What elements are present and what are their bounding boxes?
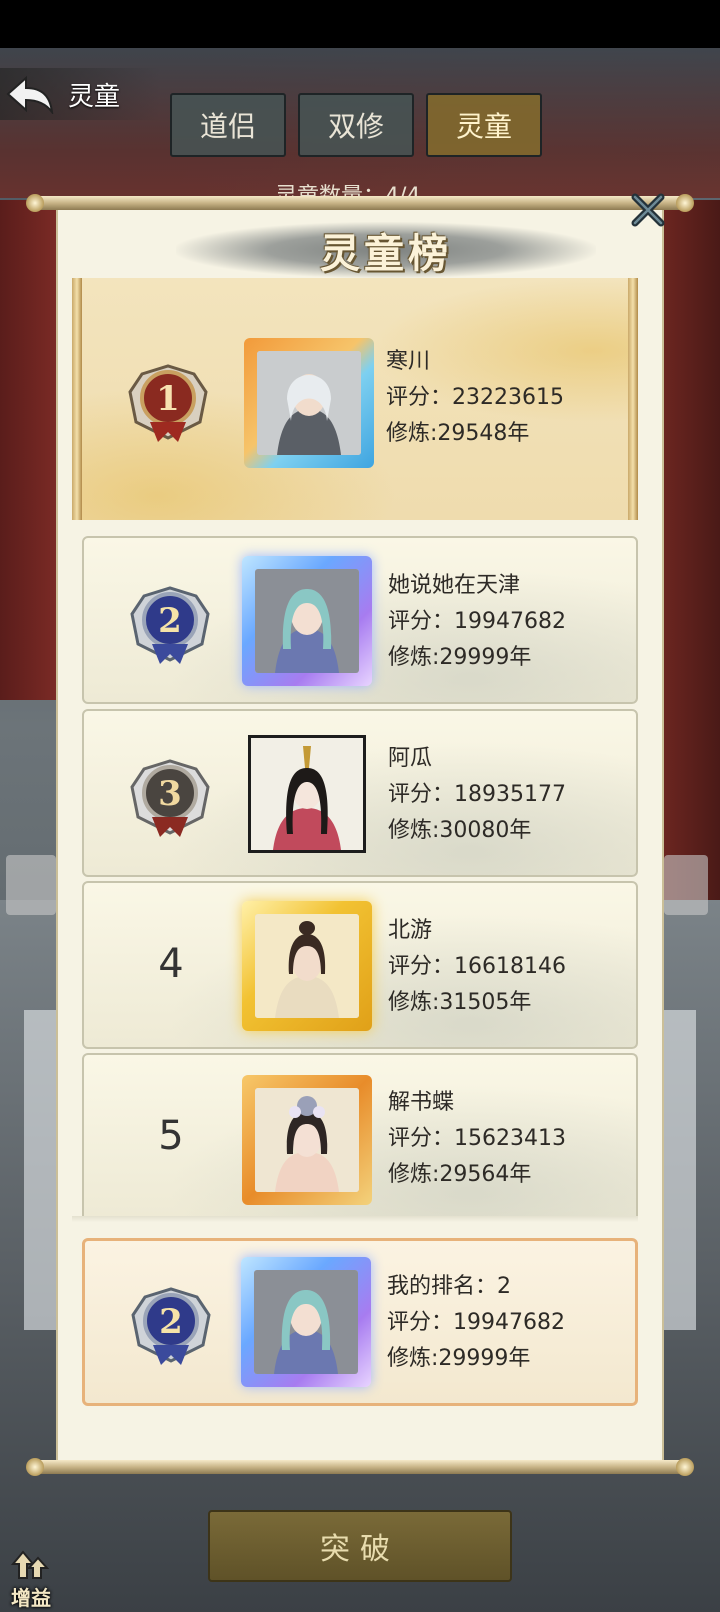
my-rank-medal-icon: 2 — [131, 1287, 211, 1365]
scroll-rod-bottom — [26, 1458, 694, 1476]
ranking-row-3[interactable]: 3 阿瓜 评分：18935177 修炼:30080年 — [82, 709, 638, 877]
list-divider — [72, 1216, 638, 1222]
rank-3-medal-number: 3 — [158, 774, 182, 814]
ranking-row-1[interactable]: 1 寒川 评分：23223615 修炼:29548年 — [72, 278, 638, 520]
rank-5-cultivation: 修炼:29564年 — [388, 1162, 532, 1187]
rank-2-medal-icon: 2 — [130, 586, 210, 664]
close-icon — [631, 193, 665, 227]
rank-5-score: 评分：15623413 — [388, 1126, 566, 1151]
ranking-row-5[interactable]: 5 解书蝶 评分：15623413 修炼:29564年 — [82, 1053, 638, 1216]
tab-lingtong[interactable]: 灵童 — [426, 93, 542, 157]
my-rank-score: 评分：19947682 — [387, 1310, 565, 1335]
ranking-row-2[interactable]: 2 她说她在天津 评分：19947682 修炼:29999年 — [82, 536, 638, 704]
tab-daolv[interactable]: 道侣 — [170, 93, 286, 157]
background-panel-left — [6, 855, 56, 915]
rank-3-info: 阿瓜 评分：18935177 修炼:30080年 — [388, 741, 566, 849]
portrait-icon — [251, 738, 363, 850]
my-rank-label: 我的排名：2 — [387, 1274, 511, 1299]
rank-1-info: 寒川 评分：23223615 修炼:29548年 — [386, 344, 564, 452]
rank-2-medal-number: 2 — [158, 601, 182, 641]
back-bar: 灵童 — [0, 68, 160, 120]
rank-2-name: 她说她在天津 — [388, 573, 521, 598]
avatar — [251, 738, 363, 850]
rank-2-cultivation: 修炼:29999年 — [388, 645, 532, 670]
boost-arrow-icon — [11, 1550, 50, 1579]
avatar-frame-phoenix[interactable] — [242, 1075, 372, 1205]
portrait-icon — [254, 1270, 358, 1374]
my-ranking-row[interactable]: 2 我的排名：2 评分：19947682 修炼:29999年 — [82, 1238, 638, 1406]
background-card-left — [24, 1010, 56, 1330]
page-title: 灵童 — [68, 81, 121, 112]
back-arrow-icon[interactable] — [0, 69, 60, 119]
rank-2-score: 评分：19947682 — [388, 609, 566, 634]
rank-5-number: 5 — [158, 1113, 184, 1159]
rod-knob-icon — [676, 194, 694, 212]
rank-4-number: 4 — [158, 941, 184, 987]
ranking-row-4[interactable]: 4 北游 评分：16618146 修炼:31505年 — [82, 881, 638, 1049]
boost-label: 增益 — [11, 1586, 51, 1610]
rank-3-score: 评分：18935177 — [388, 782, 566, 807]
close-button[interactable] — [628, 190, 668, 230]
scroll-rod-top — [26, 194, 694, 212]
rod-knob-icon — [26, 194, 44, 212]
avatar — [257, 351, 361, 455]
temple-pillar-right — [664, 200, 720, 900]
background-panel-right — [664, 855, 708, 915]
background-card-right — [664, 1010, 696, 1330]
avatar — [255, 914, 359, 1018]
status-bar — [0, 0, 720, 48]
avatar — [255, 1088, 359, 1192]
avatar-frame-golden[interactable] — [242, 901, 372, 1031]
rank-4-cultivation: 修炼:31505年 — [388, 990, 532, 1015]
portrait-icon — [255, 914, 359, 1018]
portrait-icon — [255, 569, 359, 673]
avatar — [255, 569, 359, 673]
modal-title: 灵童榜 — [320, 230, 452, 277]
breakthrough-button[interactable]: 突破 — [208, 1510, 512, 1582]
top-tabs: 道侣 双修 灵童 — [170, 93, 542, 157]
portrait-icon — [257, 351, 361, 455]
avatar-frame-spirit[interactable] — [242, 556, 372, 686]
avatar-frame-plain[interactable] — [248, 735, 366, 853]
portrait-icon — [255, 1088, 359, 1192]
my-rank-cultivation: 修炼:29999年 — [387, 1346, 531, 1371]
temple-pillar-left — [0, 200, 56, 700]
rank-3-medal-icon: 3 — [130, 759, 210, 837]
rank-1-medal-icon: 1 — [128, 364, 208, 442]
rank-1-medal-number: 1 — [156, 379, 180, 419]
rank-4-score: 评分：16618146 — [388, 954, 566, 979]
rank-3-name: 阿瓜 — [388, 746, 433, 771]
rod-knob-icon — [676, 1458, 694, 1476]
my-avatar-frame-spirit[interactable] — [241, 1257, 371, 1387]
rod-knob-icon — [26, 1458, 44, 1476]
rank-2-info: 她说她在天津 评分：19947682 修炼:29999年 — [388, 568, 566, 676]
rank-4-name: 北游 — [388, 918, 433, 943]
avatar-frame-fire-ice[interactable] — [244, 338, 374, 468]
rank-1-name: 寒川 — [386, 349, 431, 374]
boost-button[interactable]: 增益 — [4, 1545, 58, 1611]
rank-1-cultivation: 修炼:29548年 — [386, 421, 530, 446]
rank-3-cultivation: 修炼:30080年 — [388, 818, 532, 843]
my-rank-medal-number: 2 — [159, 1302, 183, 1342]
tab-shuangxiu[interactable]: 双修 — [298, 93, 414, 157]
my-rank-info: 我的排名：2 评分：19947682 修炼:29999年 — [387, 1269, 565, 1377]
rank-5-info: 解书蝶 评分：15623413 修炼:29564年 — [388, 1085, 566, 1193]
avatar — [254, 1270, 358, 1374]
rank-1-score: 评分：23223615 — [386, 385, 564, 410]
rank-4-info: 北游 评分：16618146 修炼:31505年 — [388, 913, 566, 1021]
rank-5-name: 解书蝶 — [388, 1090, 455, 1115]
